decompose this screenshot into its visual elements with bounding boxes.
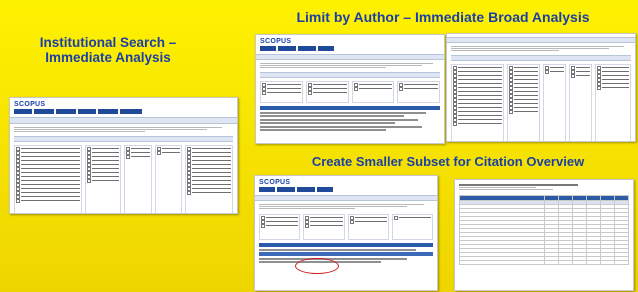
institutional-search-screenshot: SCOPUS [9, 97, 238, 214]
refine-panel [256, 79, 444, 105]
refine-results-panel [10, 143, 237, 213]
citation-table [455, 194, 633, 266]
smaller-subset-heading: Create Smaller Subset for Citation Overv… [311, 154, 585, 169]
author-refine-screenshot [446, 33, 636, 142]
citation-overview-screenshot [454, 179, 634, 291]
results-list [256, 105, 444, 134]
scopus-logo: SCOPUS [260, 38, 292, 45]
subset-selection-screenshot: SCOPUS [254, 175, 438, 291]
refine-columns [447, 62, 635, 141]
author-limit-screenshot: SCOPUS [255, 34, 445, 144]
nav-tabs [14, 109, 233, 114]
scopus-logo: SCOPUS [259, 179, 291, 186]
highlight-circle [295, 258, 339, 274]
results-summary [10, 124, 237, 135]
selected-results [255, 242, 437, 266]
scopus-logo: SCOPUS [14, 101, 46, 108]
institutional-search-heading: Institutional Search – Immediate Analysi… [39, 35, 177, 65]
limit-by-author-heading: Limit by Author – Immediate Broad Analys… [296, 9, 590, 25]
